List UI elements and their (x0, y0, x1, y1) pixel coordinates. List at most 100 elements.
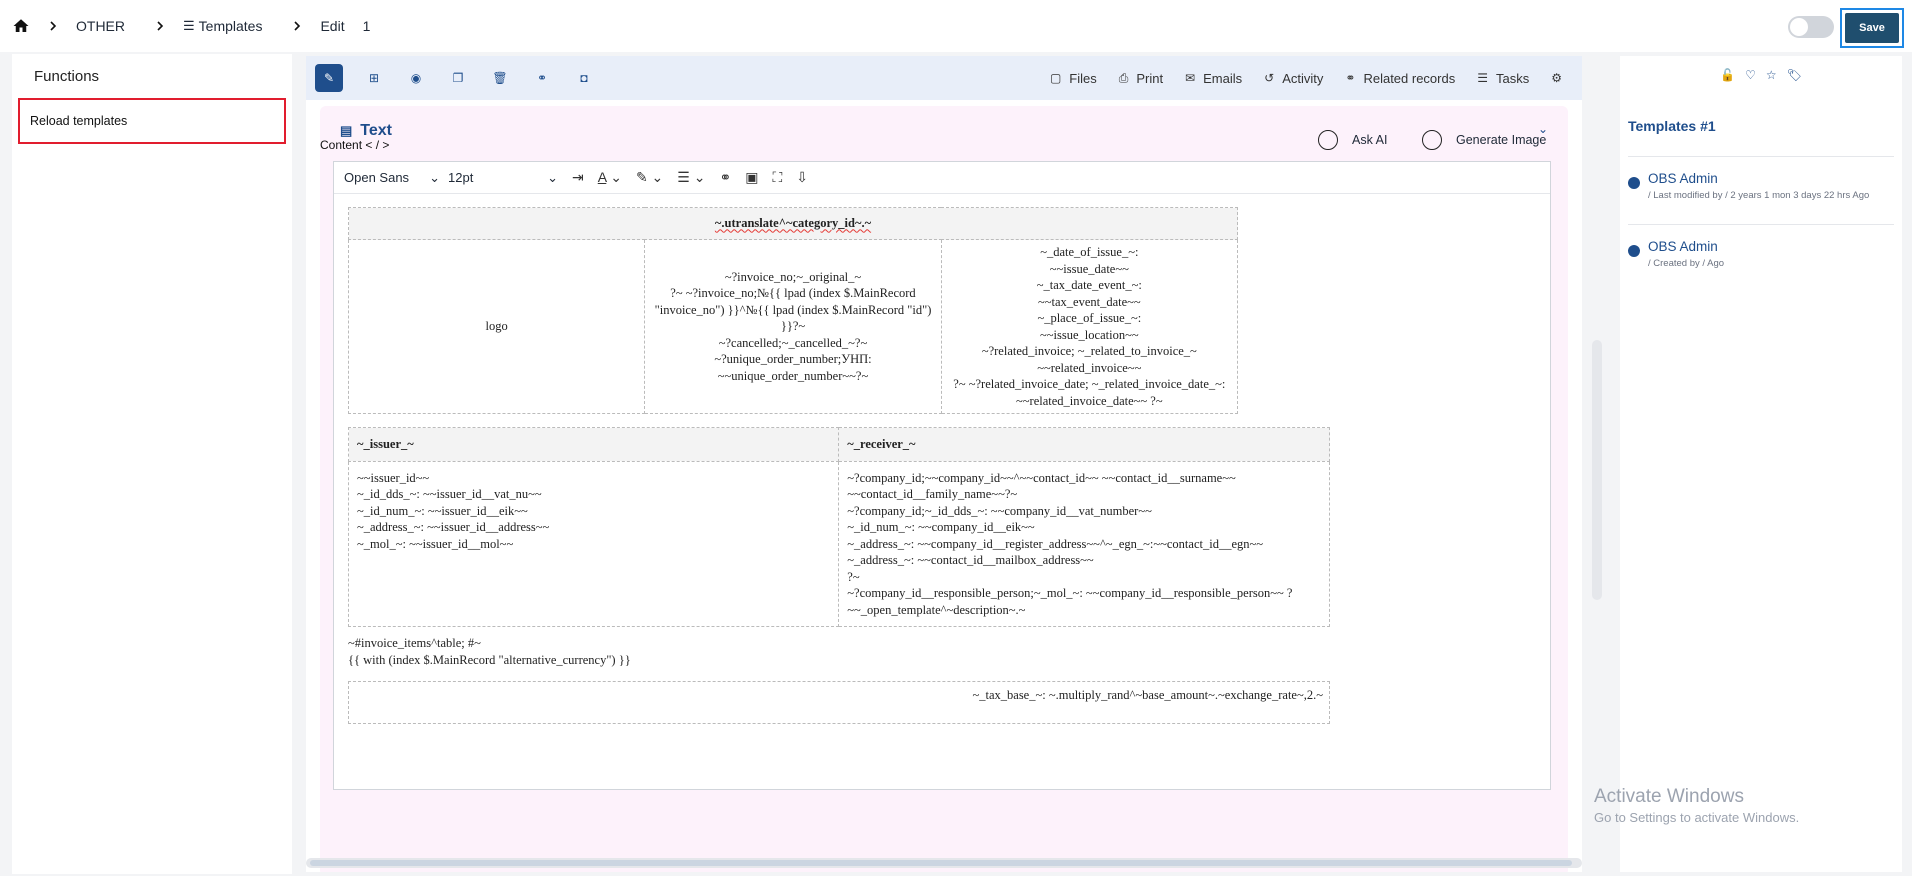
tax-base-line: ~_tax_base_~: ~.multiply_rand^~base_amou… (348, 681, 1330, 724)
doc-line: ~?company_id;~_id_dds_~: ~~company_id__v… (847, 503, 1152, 518)
doc-line: ~_address_~: ~~company_id__register_addr… (847, 536, 1264, 551)
receiver-cell: ~?company_id;~~company_id~~^~~contact_id… (838, 460, 1330, 627)
user-icon (1628, 245, 1640, 257)
functions-panel: Functions Reload templates (12, 54, 292, 874)
created-entry: OBS Admin / Created by / Ago (1628, 239, 1902, 270)
generate-image-label: Generate Image (1456, 133, 1547, 147)
breadcrumb-item-templates[interactable]: Templates (199, 18, 263, 34)
image-icon[interactable]: ▣ (745, 169, 758, 186)
windows-activation-watermark: Activate Windows Go to Settings to activ… (1594, 786, 1799, 825)
record-actions: 🔓 ♡ ☆ 🏷 (1620, 56, 1902, 82)
file-icon: ▢ (1049, 71, 1062, 85)
doc-line: ~~related_invoice_date~~ ?~ (1016, 393, 1163, 408)
mode-toggle[interactable] (1788, 16, 1834, 38)
heart-icon[interactable]: ♡ (1745, 68, 1756, 82)
doc-line: ~_address_~: ~~issuer_id__address~~ (357, 520, 550, 534)
emails-label: Emails (1203, 70, 1243, 86)
link-icon[interactable]: ⚭ (719, 169, 731, 186)
brain-icon (1318, 130, 1338, 150)
highlight-icon[interactable]: ✎ ⌄ (636, 169, 663, 186)
logo-placeholder: logo (485, 319, 508, 334)
emails-link[interactable]: ✉ Emails (1185, 71, 1242, 86)
modified-meta: / Last modified by / 2 years 1 mon 3 day… (1648, 190, 1870, 201)
bullet-list-icon[interactable]: ☰ ⌄ (677, 169, 705, 186)
ask-ai-label: Ask AI (1352, 133, 1388, 147)
editor-toolbar: Open Sans ⌄ 12pt ⌄ ⇥ A ⌄ ✎ ⌄ ☰ ⌄ ⚭ ▣ ⛶ ⇩ (334, 162, 1550, 194)
watermark-line-2: Go to Settings to activate Windows. (1594, 810, 1800, 825)
vertical-scrollbar[interactable] (1592, 340, 1602, 600)
tasks-link[interactable]: ☰ Tasks (1477, 71, 1529, 86)
reload-templates-item[interactable]: Reload templates (18, 98, 286, 144)
user-name[interactable]: OBS Admin (1648, 171, 1869, 186)
horizontal-scrollbar[interactable] (306, 858, 1582, 868)
breadcrumb-item-other[interactable]: OTHER (76, 18, 125, 34)
doc-line: ~_id_dds_~: ~~issuer_id__vat_nu~~ (357, 487, 542, 501)
doc-line: ~_id_num_~: ~~company_id__eik~~ (847, 520, 1035, 534)
category-header-text: ~.utranslate^~category_id~.~ (714, 216, 872, 231)
link-icon[interactable]: ⚭ (531, 67, 553, 89)
tag-icon[interactable]: 🏷 (1787, 68, 1802, 82)
insert-icon[interactable]: ⇩ (796, 169, 808, 186)
doc-line: ?~ ~?related_invoice_date; ~_related_inv… (953, 377, 1226, 391)
breadcrumb-item-edit: Edit (320, 18, 345, 34)
star-icon[interactable]: ☆ (1766, 68, 1777, 82)
home-icon[interactable] (12, 17, 30, 35)
save-button[interactable]: Save (1845, 13, 1899, 43)
copy-icon[interactable]: ❐ (447, 67, 469, 89)
doc-line: ~?related_invoice; ~_related_to_invoice_… (981, 344, 1197, 358)
chevron-right-icon (157, 21, 164, 31)
doc-line: ~~issuer_id~~ (357, 470, 430, 485)
activity-link[interactable]: ↺ Activity (1264, 71, 1323, 86)
doc-line: ~~_open_template^~description~.~ (847, 602, 1026, 617)
plus-square-icon[interactable]: ⊞ (363, 67, 385, 89)
font-size-value: 12pt (448, 169, 474, 185)
indent-icon[interactable]: ⇥ (572, 169, 584, 186)
breadcrumb-item-id: 1 (362, 18, 371, 34)
doc-line: ~~tax_event_date~~ (1037, 294, 1141, 309)
text-color-icon[interactable]: A ⌄ (598, 169, 622, 186)
doc-line: ~_id_num_~: ~~issuer_id__eik~~ (357, 503, 528, 518)
toolbar-links: ▢ Files ⎙ Print ✉ Emails ↺ Activity ⚭ Related… (1028, 56, 1570, 100)
doc-line: ~_date_of_issue_~: (1040, 245, 1139, 259)
watermark-line-1: Activate Windows (1594, 786, 1744, 807)
list-icon: ☰ (183, 18, 195, 33)
doc-line: ~?invoice_no;~_original_~ (724, 269, 862, 284)
category-header: ~.utranslate^~category_id~.~ (348, 207, 1238, 240)
items-block: ~#invoice_items^table; #~ {{ with (index… (348, 635, 631, 669)
files-link[interactable]: ▢ Files (1050, 71, 1097, 86)
save-button-frame: Save (1840, 8, 1904, 48)
print-link[interactable]: ⎙ Print (1119, 71, 1163, 86)
unlock-icon[interactable]: 🔓 (1720, 68, 1735, 82)
pencil-icon[interactable]: ✎ (315, 64, 343, 92)
breadcrumb: OTHER ☰ Templates Edit 1 (12, 17, 400, 35)
camera-icon[interactable]: ◘ (573, 67, 595, 89)
doc-line: ~?company_id__responsible_person;~_mol_~… (847, 586, 1293, 600)
logo-cell: logo (347, 239, 646, 414)
print-label: Print (1136, 70, 1164, 86)
generate-image-button[interactable]: Generate Image (1422, 130, 1546, 150)
totals-table: ~_tax_base_~: ~.multiply_rand^~base_amou… (348, 681, 1330, 724)
doc-line: ~~issue_location~~ (1040, 327, 1139, 342)
font-family-select[interactable]: Open Sans ⌄ (344, 170, 440, 186)
ask-ai-button[interactable]: Ask AI (1318, 130, 1387, 150)
rich-text-editor[interactable]: Open Sans ⌄ 12pt ⌄ ⇥ A ⌄ ✎ ⌄ ☰ ⌄ ⚭ ▣ ⛶ ⇩ ~… (333, 161, 1551, 790)
font-size-select[interactable]: 12pt ⌄ (448, 170, 558, 186)
doc-line: ~~related_invoice~~ (1037, 360, 1142, 375)
related-records-link[interactable]: ⚭ Related records (1345, 71, 1455, 86)
functions-title: Functions (34, 68, 100, 85)
font-family-value: Open Sans (344, 169, 410, 185)
record-info-panel: 🔓 ♡ ☆ 🏷 Templates #1 OBS Admin / Last mo… (1620, 56, 1902, 872)
settings-button[interactable]: ⚙ (1551, 71, 1570, 85)
doc-line: ~?company_id;~~company_id~~^~~contact_id… (847, 470, 1236, 485)
eye-icon[interactable]: ◉ (405, 67, 427, 89)
issuer-header: ~_issuer_~ (347, 427, 840, 462)
fullscreen-icon[interactable]: ⛶ (772, 169, 782, 186)
doc-line: ?~ (847, 569, 860, 584)
doc-line: ~#invoice_items^table; #~ (348, 636, 481, 650)
receiver-header: ~_receiver_~ (838, 427, 1330, 462)
trash-icon[interactable]: 🗑 (489, 67, 511, 89)
user-name[interactable]: OBS Admin (1648, 239, 1724, 254)
top-bar: OTHER ☰ Templates Edit 1 Save (0, 0, 1912, 52)
dates-cell: ~_date_of_issue_~: ~~issue_date~~ ~_tax_… (940, 239, 1239, 414)
doc-line: ~_place_of_issue_~: (1037, 311, 1142, 325)
